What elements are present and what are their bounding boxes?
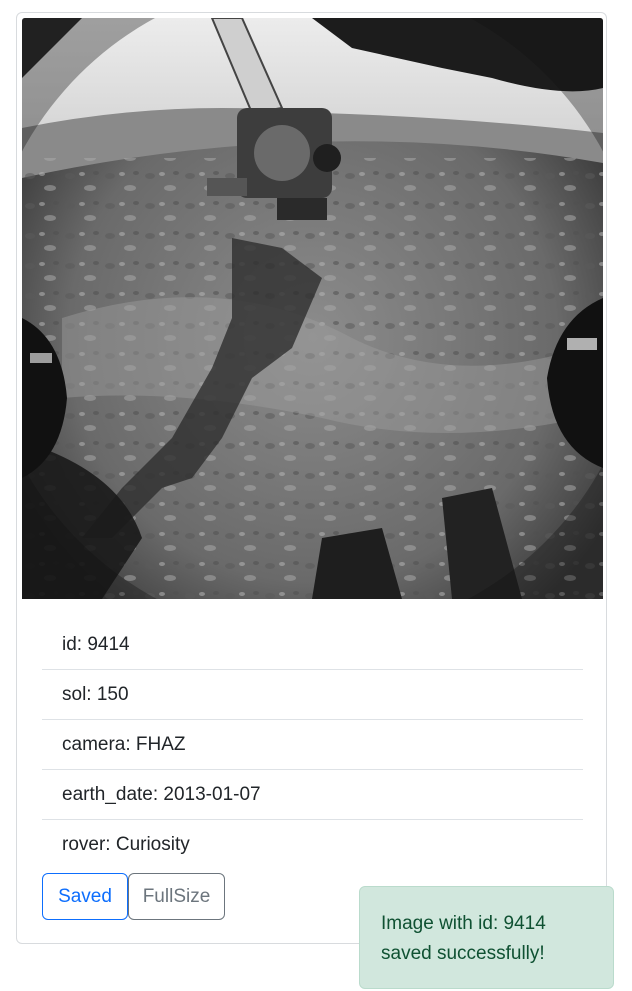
toast-message: Image with id: 9414 saved successfully!	[381, 913, 546, 964]
saved-button[interactable]: Saved	[42, 873, 128, 920]
detail-sol: sol: 150	[42, 670, 583, 720]
detail-id: id: 9414	[42, 620, 583, 670]
success-toast: Image with id: 9414 saved successfully!	[359, 886, 614, 989]
rover-photo	[22, 18, 603, 599]
detail-camera: camera: FHAZ	[42, 720, 583, 770]
detail-rover: rover: Curiosity	[62, 834, 190, 855]
fullsize-button[interactable]: FullSize	[128, 873, 225, 920]
detail-earth-date: earth_date: 2013-01-07	[42, 770, 583, 820]
photo-details-list: id: 9414 sol: 150 camera: FHAZ earth_dat…	[42, 620, 583, 870]
photo-card: id: 9414 sol: 150 camera: FHAZ earth_dat…	[16, 12, 607, 944]
